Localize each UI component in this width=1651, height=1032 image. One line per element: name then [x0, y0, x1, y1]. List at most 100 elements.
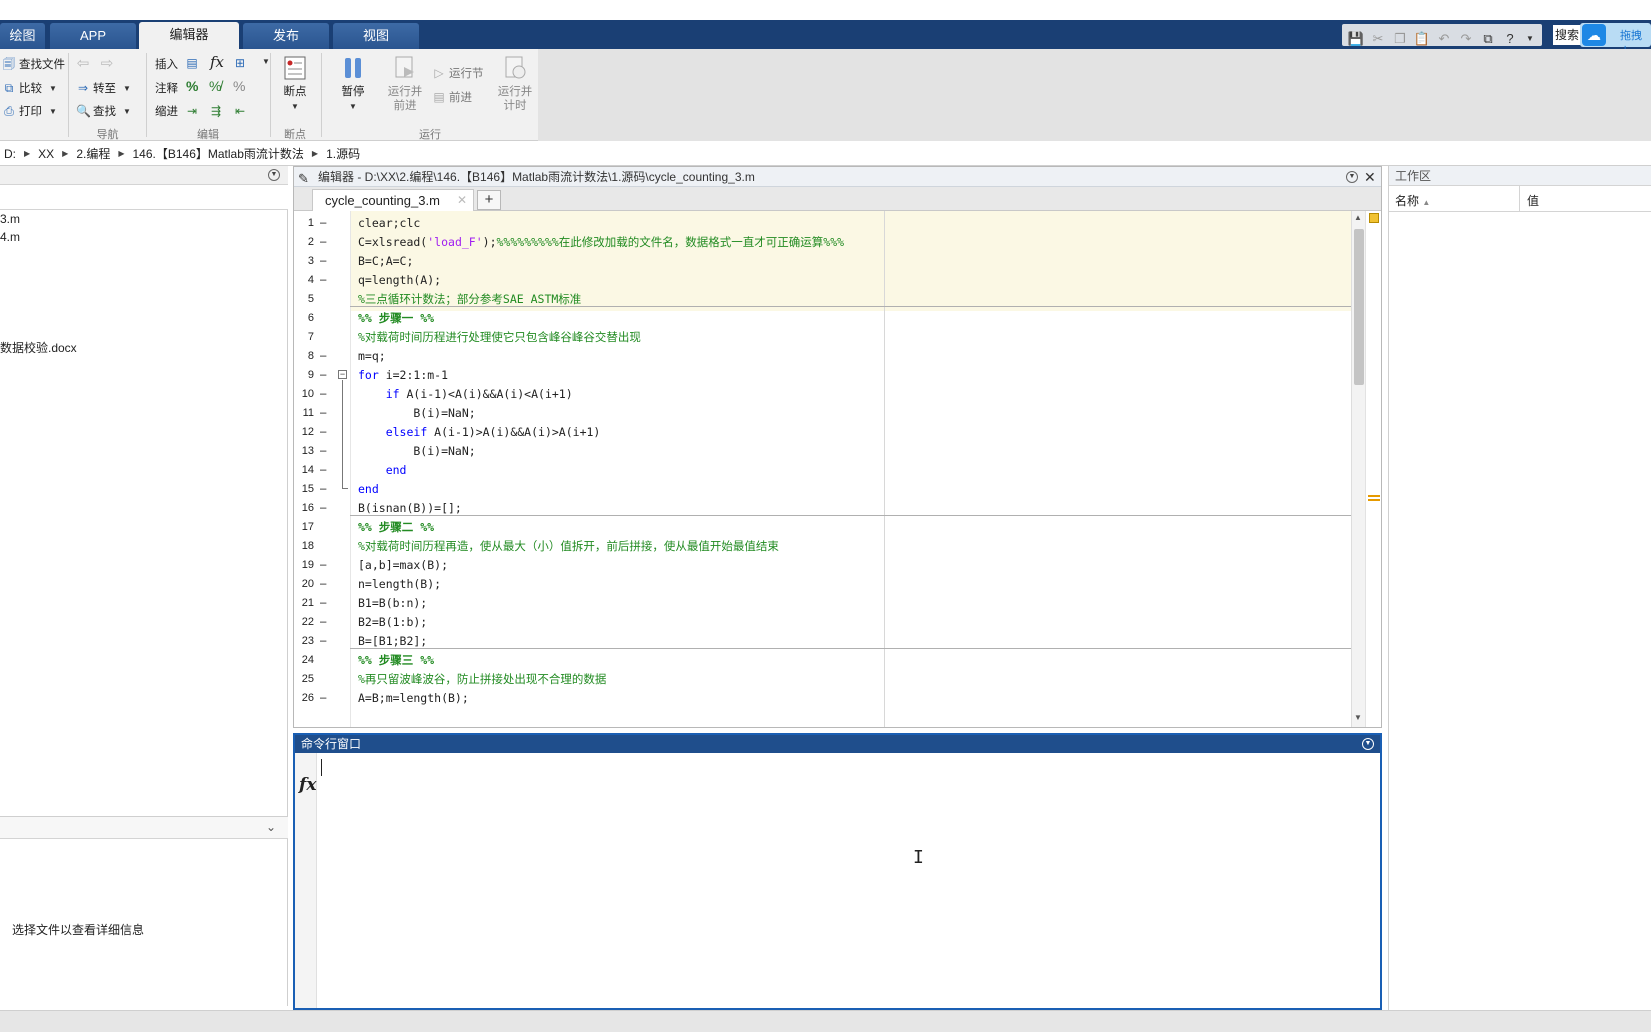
code-line[interactable]: 10– if A(i-1)<A(i)&&A(i)<A(i+1) — [294, 384, 1351, 404]
column-divider[interactable] — [1519, 186, 1520, 212]
code-line[interactable]: 2– C=xlsread('load_F');%%%%%%%%%在此修改加载的文件… — [294, 232, 1351, 252]
scrollbar-thumb[interactable] — [1354, 229, 1364, 385]
forward-icon[interactable]: ⇨ — [100, 56, 114, 71]
tab-apps[interactable]: APP — [50, 23, 136, 49]
code-line[interactable]: 15– end — [294, 479, 1351, 499]
code-line[interactable]: 4– q=length(A); — [294, 270, 1351, 290]
code-line[interactable]: 20– n=length(B); — [294, 574, 1351, 594]
code-line[interactable]: 14– end — [294, 460, 1351, 480]
code-line[interactable]: 17 %% 步骤二 %% — [294, 517, 1351, 537]
run-and-time-button[interactable]: 运行并 计时 — [494, 55, 536, 113]
warning-marker-icon[interactable] — [1368, 495, 1380, 497]
new-tab-button[interactable]: + — [477, 190, 501, 210]
file-item[interactable]: 数据校验.docx — [0, 339, 77, 356]
breakpoint-marker[interactable]: – — [320, 232, 326, 252]
decrease-indent-icon[interactable]: ⇤ — [233, 104, 247, 118]
code-line[interactable]: 26– A=B;m=length(B); — [294, 688, 1351, 708]
chevron-down-icon[interactable]: ▼ — [262, 57, 270, 66]
goto-button[interactable]: ⇒ 转至 ▼ — [76, 80, 131, 96]
tab-editor[interactable]: 编辑器 — [139, 22, 239, 49]
breakpoint-marker[interactable]: – — [320, 270, 326, 290]
breakpoint-marker[interactable]: – — [320, 612, 326, 632]
breakpoint-marker[interactable]: – — [320, 688, 326, 708]
redo-icon[interactable]: ↷ — [1456, 29, 1476, 49]
chevron-down-icon[interactable]: ▼ — [1520, 29, 1540, 49]
paste-icon[interactable]: 📋 — [1412, 29, 1432, 49]
code-line[interactable]: 1– clear;clc — [294, 213, 1351, 233]
comment-icon[interactable]: % — [186, 78, 198, 94]
panel-menu-icon[interactable]: ▼ — [268, 169, 280, 181]
uncomment-icon[interactable]: %̸ — [209, 78, 221, 94]
code-line[interactable]: 11– B(i)=NaN; — [294, 403, 1351, 423]
breadcrumb-item[interactable]: 2.编程 — [76, 145, 110, 162]
compare-button[interactable]: ⧉ 比较 ▼ — [2, 80, 57, 96]
run-section-button[interactable]: ▷ 运行节 — [432, 65, 483, 81]
breakpoint-marker[interactable]: – — [320, 213, 326, 233]
breadcrumb-item[interactable]: 1.源码 — [326, 145, 360, 162]
breakpoint-marker[interactable]: – — [320, 555, 326, 575]
breakpoint-marker[interactable]: – — [320, 365, 326, 385]
code-line[interactable]: 7 %对载荷时间历程进行处理使它只包含峰谷峰谷交替出现 — [294, 327, 1351, 347]
search-input[interactable]: 搜索 — [1553, 25, 1581, 45]
code-line[interactable]: 21– B1=B(b:n); — [294, 593, 1351, 613]
print-button[interactable]: ⎙ 打印 ▼ — [2, 103, 57, 119]
switch-windows-icon[interactable]: ⧉ — [1478, 29, 1498, 49]
scroll-up-icon[interactable]: ▲ — [1354, 213, 1362, 222]
breakpoints-button[interactable]: 断点 ▼ — [276, 55, 314, 114]
code-line[interactable]: 6 %% 步骤一 %% — [294, 308, 1351, 328]
tab-view[interactable]: 视图 — [333, 23, 419, 49]
advance-button[interactable]: ▤ 前进 — [432, 89, 472, 105]
column-name-header[interactable]: 名称 ▲ — [1395, 192, 1430, 209]
find-button[interactable]: 🔍 查找 ▼ — [76, 103, 131, 119]
details-header[interactable]: ⌄ — [0, 817, 288, 839]
code-line[interactable]: 24 %% 步骤三 %% — [294, 650, 1351, 670]
breakpoint-marker[interactable]: – — [320, 403, 326, 423]
breakpoint-marker[interactable]: – — [320, 441, 326, 461]
insert-code-icon[interactable]: ⊞ — [233, 56, 247, 70]
code-line[interactable]: 25 %再只留波峰波谷，防止拼接处出现不合理的数据 — [294, 669, 1351, 689]
cut-icon[interactable]: ✂ — [1368, 29, 1388, 49]
close-icon[interactable]: ✕ — [1364, 167, 1376, 187]
copy-icon[interactable]: ❐ — [1390, 29, 1410, 49]
back-icon[interactable]: ⇦ — [76, 56, 90, 71]
breadcrumb-item[interactable]: D: — [4, 147, 16, 161]
breakpoint-marker[interactable]: – — [320, 384, 326, 404]
breakpoint-marker[interactable]: – — [320, 574, 326, 594]
vertical-scrollbar[interactable]: ▲ ▼ — [1351, 211, 1365, 727]
breakpoint-marker[interactable]: – — [320, 479, 326, 499]
cloud-drive-button[interactable]: ☁ 拖拽上 — [1580, 23, 1651, 58]
code-line[interactable]: 13– B(i)=NaN; — [294, 441, 1351, 461]
fold-collapse-icon[interactable]: − — [338, 370, 347, 379]
code-line[interactable]: 3– B=C;A=C; — [294, 251, 1351, 271]
smart-indent-icon[interactable]: ⇥ — [185, 104, 199, 118]
find-files-button[interactable]: 🗐 查找文件 — [2, 56, 65, 72]
code-area[interactable]: 1– clear;clc 2– C=xlsread('load_F');%%%%%%%… — [294, 211, 1351, 727]
code-line[interactable]: 18 %对载荷时间历程再造，使从最大（小）值拆开，前后拼接，使从最值开始最值结束 — [294, 536, 1351, 556]
column-value-header[interactable]: 值 — [1527, 192, 1539, 209]
file-item[interactable]: 4.m — [0, 230, 20, 244]
breakpoint-marker[interactable]: – — [320, 631, 326, 651]
code-line[interactable]: 8– m=q; — [294, 346, 1351, 366]
insert-section-icon[interactable]: ▤ — [185, 56, 199, 70]
breakpoint-marker[interactable]: – — [320, 593, 326, 613]
chevron-down-icon[interactable]: ⌄ — [266, 820, 276, 834]
help-icon[interactable]: ? — [1500, 29, 1520, 49]
breakpoint-marker[interactable]: – — [320, 251, 326, 271]
undo-icon[interactable]: ↶ — [1434, 29, 1454, 49]
increase-indent-icon[interactable]: ⇶ — [209, 104, 223, 118]
breakpoint-marker[interactable]: – — [320, 460, 326, 480]
run-and-advance-button[interactable]: 运行并 前进 — [384, 55, 426, 113]
wrap-comments-icon[interactable]: % — [233, 78, 245, 94]
file-item[interactable]: 3.m — [0, 212, 20, 226]
breakpoint-marker[interactable]: – — [320, 346, 326, 366]
code-line[interactable]: 9– for i=2:1:m-1 — [294, 365, 1351, 385]
function-browser-icon[interactable]: fx — [299, 775, 316, 795]
pause-button[interactable]: 暂停 ▼ — [334, 55, 372, 114]
breakpoint-marker[interactable]: – — [320, 498, 326, 518]
code-line[interactable]: 12– elseif A(i-1)>A(i)&&A(i)>A(i+1) — [294, 422, 1351, 442]
close-icon[interactable]: ✕ — [457, 190, 467, 211]
save-icon[interactable]: 💾 — [1346, 29, 1366, 49]
panel-menu-icon[interactable]: ▼ — [1362, 738, 1374, 750]
insert-function-icon[interactable]: fx — [210, 53, 224, 71]
warning-marker-icon[interactable] — [1368, 499, 1380, 501]
